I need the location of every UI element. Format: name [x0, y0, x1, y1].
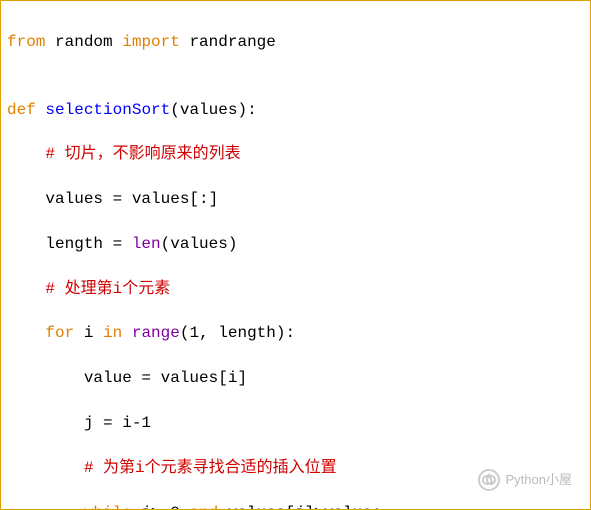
- keyword-def: def: [7, 101, 36, 119]
- module-name: random: [55, 33, 113, 51]
- code-line: length = len(values): [7, 233, 584, 255]
- keyword-from: from: [7, 33, 45, 51]
- keyword-in: in: [103, 324, 122, 342]
- keyword-import: import: [122, 33, 180, 51]
- code-line: j = i-1: [7, 412, 584, 434]
- code-line: value = values[i]: [7, 367, 584, 389]
- comment-line: # 切片，不影响原来的列表: [7, 143, 584, 165]
- watermark-text: Python小屋: [506, 471, 572, 489]
- keyword-for: for: [45, 324, 74, 342]
- wechat-icon: [478, 469, 500, 491]
- comment-line: # 处理第i个元素: [7, 278, 584, 300]
- keyword-and: and: [189, 504, 218, 510]
- code-line: from random import randrange: [7, 31, 584, 53]
- builtin-len: len: [132, 235, 161, 253]
- keyword-while: while: [84, 504, 132, 510]
- signature: (values):: [170, 101, 256, 119]
- watermark: Python小屋: [478, 469, 572, 491]
- builtin-range: range: [132, 324, 180, 342]
- import-name: randrange: [189, 33, 275, 51]
- code-block: from random import randrange def selecti…: [0, 0, 591, 510]
- function-name: selectionSort: [45, 101, 170, 119]
- code-line: while j>=0 and values[j]>value:: [7, 502, 584, 510]
- code-line: def selectionSort(values):: [7, 99, 584, 121]
- code-line: for i in range(1, length):: [7, 322, 584, 344]
- code-line: values = values[:]: [7, 188, 584, 210]
